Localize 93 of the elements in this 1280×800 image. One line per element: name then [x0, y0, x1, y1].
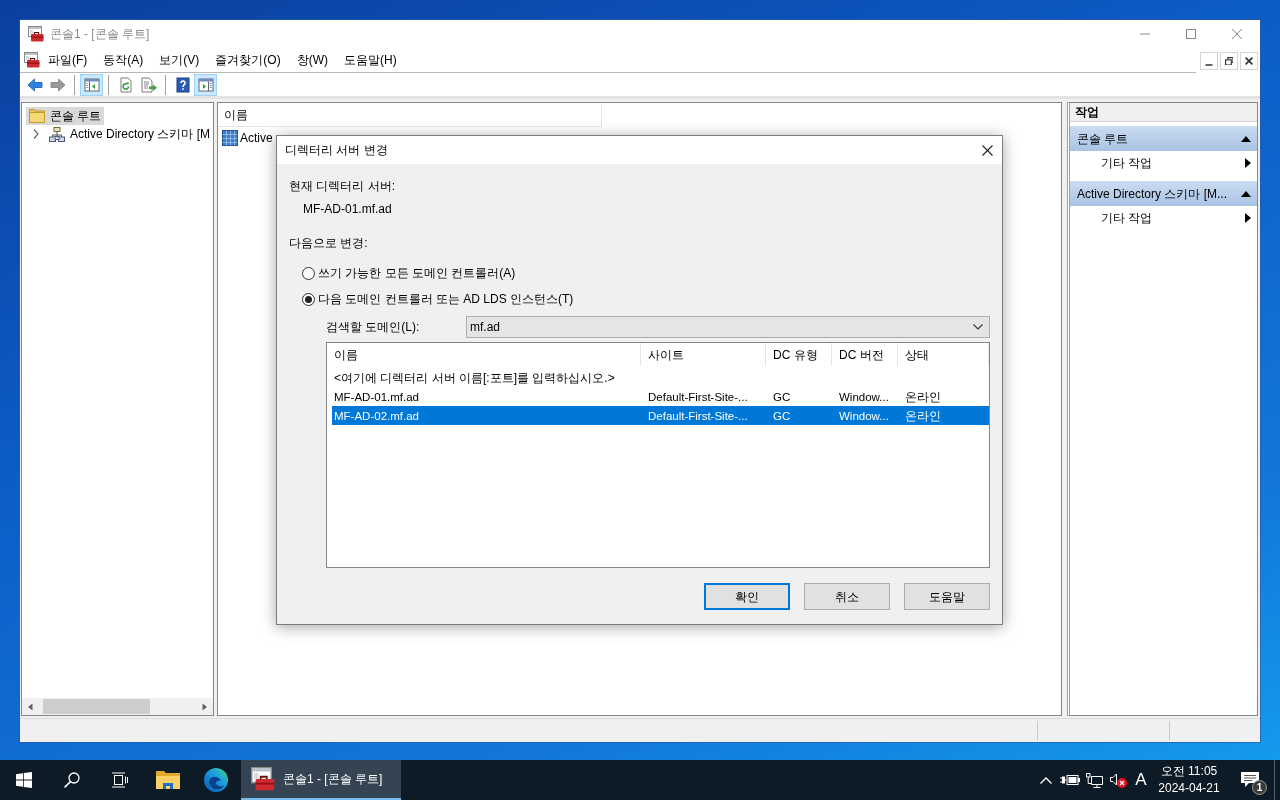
mdi-minimize-button[interactable]: [1200, 52, 1218, 70]
taskbar-app-button[interactable]: 콘솔1 - [콘솔 루트]: [241, 760, 401, 800]
menu-item[interactable]: 보기(V): [151, 50, 208, 70]
dialog-button[interactable]: 도움말: [904, 583, 990, 610]
column-header[interactable]: 사이트: [641, 343, 766, 366]
minimize-icon: [1205, 64, 1213, 66]
browser-icon: [204, 768, 228, 792]
window-title: 콘솔1 - [콘솔 루트]: [50, 26, 150, 42]
list-cell-text: Default-First-Site-...: [647, 408, 749, 424]
notification-count: 1: [1252, 780, 1267, 795]
chevron-right-icon[interactable]: [32, 129, 40, 139]
menu-item[interactable]: 창(W): [288, 50, 336, 70]
radio-button[interactable]: [302, 292, 315, 306]
task-view-icon[interactable]: [112, 772, 128, 788]
submenu-arrow-icon: [1245, 158, 1251, 168]
scroll-left-icon[interactable]: [27, 702, 33, 711]
menu-item[interactable]: 도움말(H): [336, 50, 405, 70]
section-header[interactable]: Active Directory 스키마 [M...: [1070, 181, 1257, 206]
menu-item[interactable]: 동작(A): [95, 50, 152, 70]
volume-muted-icon[interactable]: [1109, 772, 1127, 788]
scroll-right-icon[interactable]: [202, 702, 208, 711]
search-icon[interactable]: [64, 772, 80, 788]
folder-icon: [156, 770, 180, 790]
hierarchy-icon: [49, 126, 65, 142]
battery-plug-icon[interactable]: [1060, 775, 1080, 785]
entry-hint-row[interactable]: <여기에 디렉터리 서버 이름[:포트]를 입력하십시오.>: [332, 368, 989, 387]
list-item[interactable]: Active: [222, 129, 273, 146]
list-cell-text: Window...: [838, 389, 890, 405]
option-label[interactable]: 다음 도메인 컨트롤러 또는 AD LDS 인스턴스(T): [318, 291, 574, 307]
radio-button[interactable]: [302, 266, 315, 280]
column-header[interactable]: 이름: [218, 103, 602, 127]
notification-icon[interactable]: [1241, 772, 1259, 788]
list-cell-text: GC: [772, 408, 792, 424]
list-row[interactable]: MF-AD-01.mf.ad Default-First-Site-... GC Window... 온라인: [332, 387, 989, 406]
input-mode-indicator[interactable]: A: [1130, 770, 1152, 790]
back-arrow-icon: [26, 76, 43, 93]
action-item[interactable]: 기타 작업: [1070, 209, 1257, 227]
list-row[interactable]: MF-AD-02.mf.ad Default-First-Site-... GC Window... 온라인: [332, 406, 989, 425]
list-cell-text: Default-First-Site-...: [647, 389, 749, 405]
list-cell-text: Window...: [838, 408, 890, 424]
console-tree-icon: [83, 76, 100, 93]
list-cell-text: MF-AD-01.mf.ad: [333, 389, 420, 405]
submenu-arrow-icon: [1245, 213, 1251, 223]
action-item[interactable]: 기타 작업: [1070, 154, 1257, 172]
server-name-text: MF-AD-01.mf.ad: [302, 201, 393, 217]
field-label: 검색할 도메인(L):: [326, 319, 421, 335]
grid-icon: [222, 129, 238, 146]
windows-logo-icon[interactable]: [16, 772, 32, 788]
clock-date[interactable]: 2024-04-21: [1152, 780, 1226, 797]
scrollbar-thumb[interactable]: [43, 699, 150, 714]
toolbox-icon: [28, 26, 44, 42]
actions-title: 작업: [1070, 103, 1257, 122]
field-label: 다음으로 변경:: [289, 235, 369, 251]
column-header[interactable]: DC 버전: [832, 343, 898, 366]
dialog-title: 디렉터리 서버 변경: [285, 142, 388, 158]
section-header[interactable]: 콘솔 루트: [1070, 126, 1257, 151]
dialog-button[interactable]: 확인: [704, 583, 790, 610]
option-label[interactable]: 쓰기 가능한 모든 도메인 컨트롤러(A): [318, 265, 516, 281]
column-header[interactable]: 이름: [327, 343, 641, 366]
domain-dropdown[interactable]: mf.ad: [466, 316, 990, 338]
minimize-icon: [1140, 33, 1150, 35]
list-cell-text: MF-AD-02.mf.ad: [333, 408, 420, 424]
field-label: 현재 디렉터리 서버:: [289, 178, 396, 194]
export-list-icon: [140, 76, 157, 93]
menu-item[interactable]: 즐겨찾기(O): [207, 50, 289, 70]
restore-icon: [1225, 57, 1233, 65]
chevron-up-icon[interactable]: [1040, 776, 1052, 784]
close-icon: [1232, 29, 1242, 39]
menu-item[interactable]: 파일(F): [40, 50, 96, 70]
folder-icon: [29, 109, 45, 123]
close-icon: [981, 144, 993, 156]
list-cell-text: 온라인: [904, 408, 942, 424]
clock-time[interactable]: 오전 11:05: [1152, 763, 1226, 780]
list-cell-text: 온라인: [904, 389, 942, 405]
column-header[interactable]: DC 유형: [766, 343, 832, 366]
column-header[interactable]: 상태: [898, 343, 989, 366]
toolbar-button[interactable]: [194, 73, 217, 96]
help-icon: [174, 76, 191, 93]
close-icon: [1245, 57, 1253, 65]
tree-item[interactable]: Active Directory 스키마 [M: [46, 125, 213, 143]
mdi-restore-button[interactable]: [1220, 52, 1238, 70]
action-pane-icon: [197, 76, 214, 93]
network-icon[interactable]: [1085, 772, 1103, 788]
toolbox-icon: [251, 767, 275, 791]
tree-item[interactable]: 콘솔 루트: [26, 107, 105, 125]
maximize-icon: [1186, 29, 1196, 39]
forward-arrow-icon: [49, 76, 66, 93]
refresh-icon: [117, 76, 134, 93]
list-cell-text: GC: [772, 389, 792, 405]
dialog-button[interactable]: 취소: [804, 583, 890, 610]
toolbox-icon: [24, 52, 40, 68]
mdi-close-button[interactable]: [1240, 52, 1258, 70]
toolbar-button[interactable]: [80, 73, 103, 96]
